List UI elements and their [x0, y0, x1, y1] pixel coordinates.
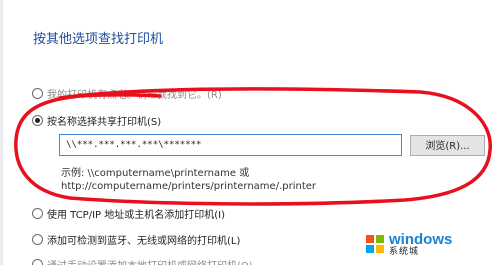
example-hint-line1: 示例: \\computername\printername 或 [61, 168, 250, 179]
shared-printer-name-input[interactable]: \\***.***.***.***\******* [59, 134, 402, 156]
windows-logo-tile [376, 245, 384, 253]
radio-select-shared-by-name[interactable] [32, 115, 43, 126]
windows-logo-tile [366, 235, 374, 243]
example-hint: 示例: \\computername\printername 或 http://… [61, 167, 316, 193]
option-old-printer[interactable]: 我的打印机有点老。请帮我找到它。(R) [32, 86, 222, 101]
radio-bluetooth-wireless[interactable] [32, 234, 43, 245]
watermark-text: windows 系统城 [389, 232, 452, 257]
page-title: 按其他选项查找打印机 [33, 32, 164, 47]
watermark-brand: windows [389, 230, 453, 248]
watermark-sub: 系统城 [389, 246, 420, 257]
option-select-shared-by-name-label: 按名称选择共享打印机(S) [47, 117, 162, 128]
radio-old-printer[interactable] [32, 88, 43, 99]
browse-button[interactable]: 浏览(R)... [410, 135, 485, 156]
option-tcpip-label: 使用 TCP/IP 地址或主机名添加打印机(I) [47, 210, 225, 221]
radio-manual-local[interactable] [32, 259, 43, 265]
option-tcpip[interactable]: 使用 TCP/IP 地址或主机名添加打印机(I) [32, 206, 225, 221]
option-manual-local-label: 通过手动设置添加本地打印机或网络打印机(O) [47, 257, 253, 265]
example-hint-line2: http://computername/printers/printername… [61, 181, 317, 192]
option-manual-local[interactable]: 通过手动设置添加本地打印机或网络打印机(O) [32, 257, 253, 265]
windows-logo-icon [366, 235, 384, 253]
option-bluetooth-wireless-label: 添加可检测到蓝牙、无线或网络的打印机(L) [47, 236, 241, 247]
watermark: windows 系统城 [366, 228, 494, 260]
windows-logo-tile [366, 245, 374, 253]
dialog-left-edge [0, 0, 3, 265]
option-bluetooth-wireless[interactable]: 添加可检测到蓝牙、无线或网络的打印机(L) [32, 232, 240, 247]
windows-logo-tile [376, 235, 384, 243]
option-old-printer-label: 我的打印机有点老。请帮我找到它。(R) [47, 90, 222, 101]
option-select-shared-by-name[interactable]: 按名称选择共享打印机(S) [32, 113, 161, 128]
radio-tcpip[interactable] [32, 208, 43, 219]
